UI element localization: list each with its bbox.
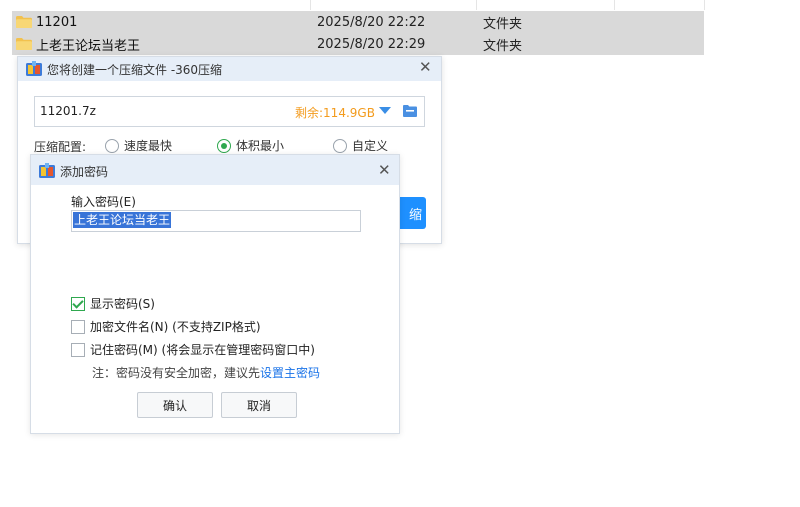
zip-dialog-title: 您将创建一个压缩文件 -360压缩	[47, 63, 223, 77]
compression-config-label: 压缩配置:	[34, 140, 87, 154]
checkbox-label: 加密文件名(N) (不支持ZIP格式)	[90, 320, 261, 334]
cancel-button-label: 取消	[246, 398, 271, 413]
password-dialog-title: 添加密码	[60, 165, 109, 179]
folder-icon	[16, 16, 32, 28]
radio-button[interactable]	[217, 138, 231, 153]
radio-label: 自定义	[352, 139, 389, 153]
archive-filename[interactable]: 11201.7z	[40, 104, 96, 118]
set-master-password-link[interactable]: 设置主密码	[260, 366, 320, 380]
zip-titlebar[interactable]: 您将创建一个压缩文件 -360压缩 ✕	[18, 57, 441, 81]
360zip-app-icon	[39, 163, 55, 178]
dropdown-arrow-icon[interactable]	[379, 107, 391, 114]
folder-icon	[16, 38, 32, 50]
checkbox-unchecked[interactable]	[71, 319, 85, 334]
file-date: 2025/8/20 22:22	[317, 14, 426, 30]
radio-button[interactable]	[333, 138, 347, 153]
close-icon[interactable]: ✕	[378, 163, 391, 178]
encrypt-filename-checkbox[interactable]: 加密文件名(N) (不支持ZIP格式)	[71, 318, 261, 335]
file-row-11201[interactable]: 11201 2025/8/20 22:22 文件夹	[12, 11, 704, 33]
file-name: 上老王论坛当老王	[36, 38, 141, 54]
cancel-button[interactable]: 取消	[221, 392, 297, 418]
checkbox-label: 记住密码(M) (将会显示在管理密码窗口中)	[90, 343, 315, 357]
file-row-laowang[interactable]: 上老王论坛当老王 2025/8/20 22:29 文件夹	[12, 33, 704, 55]
column-header-dividers	[0, 0, 800, 10]
password-titlebar[interactable]: 添加密码 ✕	[31, 155, 399, 185]
password-input[interactable]: 上老王论坛当老王	[71, 210, 361, 232]
archive-path-field[interactable]: 11201.7z 剩余:114.9GB	[34, 96, 425, 127]
radio-custom[interactable]: 自定义	[333, 137, 388, 154]
checkbox-label: 显示密码(S)	[90, 297, 155, 311]
close-icon[interactable]: ✕	[419, 60, 432, 75]
file-name: 11201	[36, 14, 78, 30]
compress-button-label: 缩	[408, 207, 422, 223]
add-password-dialog: 添加密码 ✕ 输入密码(E) 上老王论坛当老王 显示密码(S) 加密文件名(N)…	[30, 154, 400, 434]
360zip-app-icon	[26, 61, 42, 76]
free-space-label: 剩余:114.9GB	[295, 106, 375, 120]
remember-password-checkbox[interactable]: 记住密码(M) (将会显示在管理密码窗口中)	[71, 341, 315, 358]
ok-button-label: 确认	[162, 398, 187, 413]
password-value[interactable]: 上老王论坛当老王	[73, 212, 172, 228]
radio-button[interactable]	[105, 138, 119, 153]
radio-smallest[interactable]: 体积最小	[217, 137, 284, 154]
security-note: 注：密码没有安全加密，建议先设置主密码	[92, 364, 320, 381]
file-type: 文件夹	[483, 16, 523, 32]
password-input-label: 输入密码(E)	[71, 195, 136, 209]
ok-button[interactable]: 确认	[137, 392, 213, 418]
checkbox-checked[interactable]	[71, 296, 85, 311]
browse-folder-icon[interactable]	[403, 105, 417, 117]
note-text: 注：密码没有安全加密，建议先	[92, 366, 261, 380]
checkbox-unchecked[interactable]	[71, 342, 85, 357]
show-password-checkbox[interactable]: 显示密码(S)	[71, 295, 155, 312]
radio-label: 速度最快	[124, 139, 173, 153]
file-date: 2025/8/20 22:29	[317, 36, 426, 52]
radio-fastest[interactable]: 速度最快	[105, 137, 172, 154]
radio-label: 体积最小	[236, 139, 285, 153]
file-type: 文件夹	[483, 38, 523, 54]
